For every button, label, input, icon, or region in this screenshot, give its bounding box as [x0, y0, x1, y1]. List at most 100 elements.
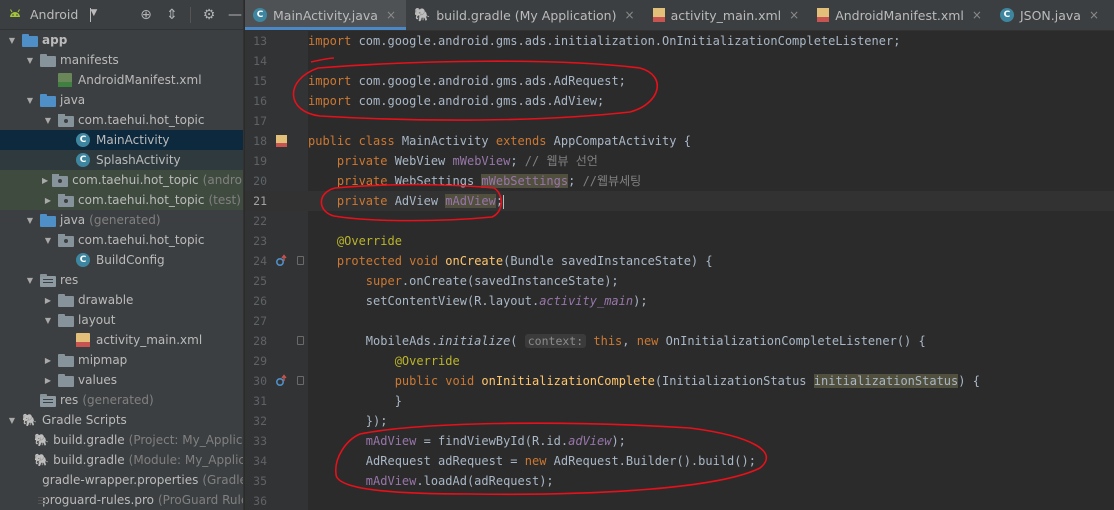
code-line[interactable]: mAdView.loadAd(adRequest); [308, 471, 1114, 491]
tree-item[interactable]: ▼ com.taehui.hot_topic [0, 110, 243, 130]
gutter-line: 20 [245, 171, 308, 191]
code-line[interactable]: @Override [308, 231, 1114, 251]
code-line[interactable]: setContentView(R.layout.activity_main); [308, 291, 1114, 311]
tree-item[interactable]: ▼ com.taehui.hot_topic [0, 230, 243, 250]
close-icon[interactable]: × [972, 8, 982, 22]
tree-item[interactable]: ▶CMainActivity [0, 130, 243, 150]
tree-item[interactable]: ▶CSplashActivity [0, 150, 243, 170]
fold-toggle-icon[interactable] [297, 256, 304, 265]
close-icon[interactable]: × [1089, 8, 1099, 22]
tab-label: JSON.java [1019, 7, 1081, 23]
layout-link-icon[interactable] [275, 134, 289, 152]
tree-item[interactable]: ▶CBuildConfig [0, 250, 243, 270]
tree-item[interactable]: ▼ app [0, 30, 243, 50]
code-line[interactable]: public void onInitializationComplete(Ini… [308, 371, 1114, 391]
chevron-down-icon[interactable]: ▼ [90, 7, 97, 22]
code-editor[interactable]: import com.google.android.gms.ads.initia… [308, 31, 1114, 510]
code-line[interactable] [308, 211, 1114, 231]
tree-item[interactable]: ▼ res [0, 270, 243, 290]
editor-tab[interactable]: 🐘build.gradle× [1109, 0, 1114, 30]
chevron-down-icon[interactable]: ▼ [24, 216, 36, 225]
chevron-down-icon[interactable]: ▼ [6, 416, 18, 425]
close-icon[interactable]: × [386, 8, 396, 22]
editor-tab[interactable]: AndroidManifest.xml × [809, 0, 992, 30]
xml-file-icon [652, 8, 665, 22]
tree-item[interactable]: ▼ layout [0, 310, 243, 330]
tree-item[interactable]: ▶gradle-wrapper.properties(Gradle Versio… [0, 470, 243, 490]
tree-item[interactable]: ▶ mipmap [0, 350, 243, 370]
code-line[interactable]: private WebView mWebView; // 웹뷰 선언 [308, 151, 1114, 171]
close-icon[interactable]: × [625, 8, 635, 22]
close-icon[interactable]: × [789, 8, 799, 22]
code-line[interactable] [308, 491, 1114, 510]
tree-item[interactable]: ▶proguard-rules.pro(ProGuard Rules for a… [0, 490, 243, 510]
code-line[interactable]: MobileAds.initialize( context: this, new… [308, 331, 1114, 351]
gradle-icon: 🐘 [34, 453, 50, 467]
editor-tabs: C MainActivity.java × 🐘 build.gradle (My App… [245, 0, 1114, 31]
hide-icon[interactable]: — [227, 7, 243, 23]
tree-item[interactable]: ▶res(generated) [0, 390, 243, 410]
code-line[interactable]: AdRequest adRequest = new AdRequest.Buil… [308, 451, 1114, 471]
chevron-down-icon[interactable]: ▼ [24, 276, 36, 285]
gutter-line: 15 [245, 71, 308, 91]
fold-toggle-icon[interactable] [297, 376, 304, 385]
chevron-down-icon[interactable]: ▼ [24, 56, 36, 65]
project-view-selector[interactable]: Android [30, 7, 78, 22]
chevron-down-icon[interactable]: ▼ [24, 96, 36, 105]
editor-tab[interactable]: C JSON.java × [992, 0, 1109, 30]
code-line[interactable]: import com.google.android.gms.ads.initia… [308, 31, 1114, 51]
code-line[interactable]: @Override [308, 351, 1114, 371]
gutter-line: 25 [245, 271, 308, 291]
chevron-right-icon[interactable]: ▶ [42, 376, 54, 385]
code-line[interactable]: public class MainActivity extends AppCom… [308, 131, 1114, 151]
code-text: super.onCreate(savedInstanceState); [365, 274, 619, 288]
override-method-icon[interactable] [275, 254, 289, 272]
chevron-right-icon[interactable]: ▶ [42, 296, 54, 305]
fold-toggle-icon[interactable] [297, 336, 304, 345]
tree-item[interactable]: ▶AndroidManifest.xml [0, 70, 243, 90]
collapse-all-icon[interactable]: ⇕ [164, 7, 180, 23]
chevron-down-icon[interactable]: ▼ [6, 36, 18, 45]
tree-item[interactable]: ▶ values [0, 370, 243, 390]
chevron-down-icon[interactable]: ▼ [42, 116, 54, 125]
chevron-right-icon[interactable]: ▶ [42, 176, 48, 185]
tree-item[interactable]: ▶ com.taehui.hot_topic (test) [0, 190, 243, 210]
java-class-icon: C [76, 153, 90, 167]
editor-tab[interactable]: 🐘 build.gradle (My Application) × [406, 0, 645, 30]
editor-tab[interactable]: activity_main.xml × [645, 0, 810, 30]
tree-item[interactable]: ▼ java (generated) [0, 210, 243, 230]
code-line[interactable]: import com.google.android.gms.ads.AdView… [308, 91, 1114, 111]
tree-item[interactable]: ▶activity_main.xml [0, 330, 243, 350]
code-line[interactable]: import com.google.android.gms.ads.AdRequ… [308, 71, 1114, 91]
code-line[interactable] [308, 111, 1114, 131]
chevron-down-icon[interactable]: ▼ [42, 316, 54, 325]
chevron-right-icon[interactable]: ▶ [42, 196, 54, 205]
chevron-right-icon[interactable]: ▶ [42, 356, 54, 365]
tree-item[interactable]: ▼ java [0, 90, 243, 110]
code-line[interactable] [308, 311, 1114, 331]
line-number: 20 [253, 174, 267, 188]
code-line[interactable]: mAdView = findViewById(R.id.adView); [308, 431, 1114, 451]
code-line[interactable]: private WebSettings mWebSettings; //웹뷰세팅 [308, 171, 1114, 191]
tree-item[interactable]: ▶ com.taehui.hot_topic(androidTest) [0, 170, 243, 190]
code-line[interactable]: super.onCreate(savedInstanceState); [308, 271, 1114, 291]
code-line[interactable]: }); [308, 411, 1114, 431]
code-line[interactable]: private AdView mAdView; [308, 191, 1114, 211]
line-number: 26 [253, 294, 267, 308]
chevron-down-icon[interactable]: ▼ [42, 236, 54, 245]
tree-item[interactable]: ▼ manifests [0, 50, 243, 70]
code-line[interactable]: protected void onCreate(Bundle savedInst… [308, 251, 1114, 271]
tree-item[interactable]: ▶ drawable [0, 290, 243, 310]
gear-icon[interactable]: ⚙ [201, 7, 217, 23]
gutter-line: 31 [245, 391, 308, 411]
code-line[interactable]: } [308, 391, 1114, 411]
line-number: 34 [253, 454, 267, 468]
tree-item[interactable]: ▼ 🐘 Gradle Scripts [0, 410, 243, 430]
editor-tab[interactable]: C MainActivity.java × [245, 0, 407, 30]
tree-item-label: MainActivity [96, 133, 170, 147]
code-line[interactable] [308, 51, 1114, 71]
tree-item[interactable]: ▶🐘build.gradle(Project: My_Application) [0, 430, 243, 450]
crosshair-icon[interactable]: ⊕ [138, 7, 154, 23]
tree-item[interactable]: ▶🐘build.gradle(Module: My_Application.ap… [0, 450, 243, 470]
override-method-icon[interactable] [275, 374, 289, 392]
